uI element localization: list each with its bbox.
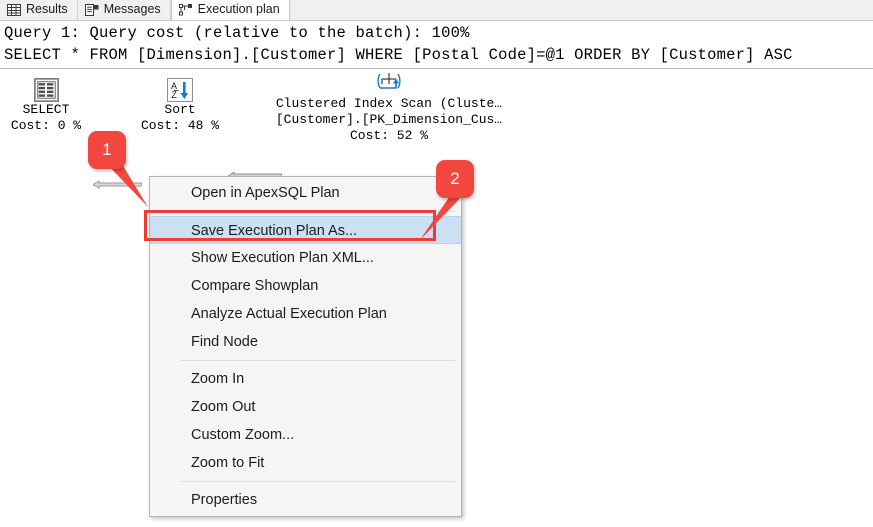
sort-az-icon: A Z (167, 78, 193, 102)
menu-item-label: Zoom In (191, 371, 245, 387)
plan-node-select-cost: Cost: 0 % (10, 118, 82, 133)
menu-item-label: Open in ApexSQL Plan (191, 185, 340, 201)
menu-item-label: Analyze Actual Execution Plan (191, 306, 387, 322)
menu-item-properties[interactable]: Properties (150, 486, 461, 514)
plan-node-scan-label-line2: [Customer].[PK_Dimension_Cus… (275, 112, 503, 127)
menu-item-label: Properties (191, 492, 258, 508)
tab-results[interactable]: Results (0, 0, 78, 20)
annotation-callout-2: 2 (420, 160, 474, 240)
svg-text:Z: Z (171, 90, 177, 100)
annotation-callout-1: 1 (88, 131, 148, 207)
result-grid-icon (33, 78, 59, 102)
clustered-index-scan-icon (376, 70, 402, 94)
grid-icon (7, 4, 21, 16)
execution-plan-icon (178, 4, 192, 16)
menu-item-compare-showplan[interactable]: Compare Showplan (150, 272, 461, 300)
callout-2-number: 2 (436, 160, 474, 198)
menu-item-zoom-out[interactable]: Zoom Out (150, 393, 461, 421)
query-cost-line: Query 1: Query cost (relative to the bat… (4, 24, 470, 42)
plan-node-scan-label-line1: Clustered Index Scan (Cluste… (275, 96, 503, 111)
menu-item-label: Find Node (191, 334, 258, 350)
tab-messages-label: Messages (103, 2, 161, 17)
menu-item-save-execution-plan-as[interactable]: Save Execution Plan As... (150, 216, 461, 244)
plan-node-sort[interactable]: A Z Sort Cost: 48 % (134, 78, 226, 134)
menu-item-label: Zoom Out (191, 399, 256, 415)
plan-node-select-label: SELECT (22, 102, 70, 117)
tabbar-filler (289, 0, 873, 20)
menu-item-label: Save Execution Plan As... (191, 223, 358, 239)
plan-node-select[interactable]: SELECT Cost: 0 % (0, 78, 92, 134)
tab-messages[interactable]: Messages (77, 0, 171, 20)
message-list-icon (84, 4, 99, 16)
results-tabbar: Results Messages Execution plan (0, 0, 873, 21)
menu-item-analyze-actual-execution-plan[interactable]: Analyze Actual Execution Plan (150, 300, 461, 328)
menu-item-label: Show Execution Plan XML... (191, 250, 374, 266)
plan-node-scan-cost: Cost: 52 % (349, 128, 428, 143)
tab-execution-plan[interactable]: Execution plan (170, 0, 290, 20)
plan-node-sort-cost: Cost: 48 % (140, 118, 219, 133)
menu-item-label: Zoom to Fit (191, 455, 265, 471)
execution-plan-context-menu[interactable]: Open in ApexSQL Plan Save Execution Plan… (149, 176, 462, 517)
menu-item-label: Custom Zoom... (191, 427, 295, 443)
plan-node-sort-label: Sort (164, 102, 196, 117)
menu-item-zoom-to-fit[interactable]: Zoom to Fit (150, 449, 461, 477)
menu-item-label: Compare Showplan (191, 278, 319, 294)
menu-separator (181, 211, 455, 212)
tab-execution-plan-label: Execution plan (197, 2, 280, 17)
menu-item-zoom-in[interactable]: Zoom In (150, 365, 461, 393)
tab-results-label: Results (26, 2, 68, 17)
query-cost-header: Query 1: Query cost (relative to the bat… (0, 21, 873, 69)
query-sql-text: SELECT * FROM [Dimension].[Customer] WHE… (4, 46, 793, 64)
menu-item-custom-zoom[interactable]: Custom Zoom... (150, 421, 461, 449)
menu-item-show-execution-plan-xml[interactable]: Show Execution Plan XML... (150, 244, 461, 272)
plan-node-clustered-index-scan[interactable]: Clustered Index Scan (Cluste… [Customer]… (258, 70, 520, 144)
menu-item-open-in-apexsql-plan[interactable]: Open in ApexSQL Plan (150, 179, 461, 207)
menu-item-find-node[interactable]: Find Node (150, 328, 461, 356)
menu-separator (181, 360, 455, 361)
menu-separator (181, 481, 455, 482)
callout-1-number: 1 (88, 131, 126, 169)
